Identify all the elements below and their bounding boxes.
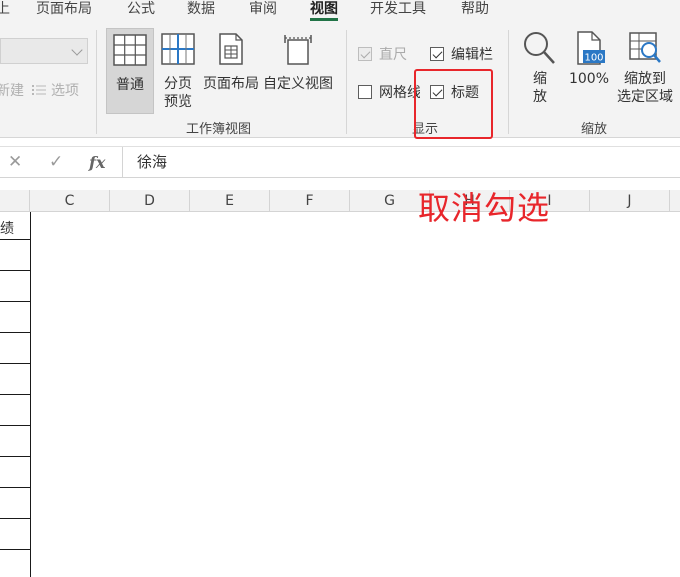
- page-layout-label: 页面布局: [203, 76, 259, 92]
- custom-views-icon: [284, 35, 312, 65]
- custom-views-button[interactable]: 自定义视图: [262, 28, 334, 114]
- tab-view[interactable]: 视图: [310, 0, 338, 22]
- zoom-100-icon-text: 100: [584, 53, 603, 64]
- formula-bar-label: 编辑栏: [451, 47, 493, 63]
- cell-border: [0, 270, 30, 271]
- cell-border: [0, 363, 30, 364]
- ribbon-tab-bar: 上 页面布局 公式 数据 审阅 视图 开发工具 帮助: [0, 0, 680, 22]
- zoom-to-selection-label-2: 选定区域: [617, 89, 673, 105]
- cell-b-text: 绩: [0, 221, 14, 237]
- cancel-icon[interactable]: ✕: [8, 152, 22, 172]
- cell-border: [0, 549, 30, 550]
- page-break-preview-label-1: 分页: [164, 76, 192, 92]
- tab-page-layout[interactable]: 页面布局: [36, 0, 92, 22]
- formula-bar-checkbox[interactable]: 编辑栏: [430, 44, 493, 64]
- annotation-text: 取消勾选: [418, 189, 551, 227]
- column-header[interactable]: F: [270, 190, 350, 212]
- insert-function-icon[interactable]: fx: [89, 153, 105, 172]
- page-break-preview-button[interactable]: 分页 预览: [158, 28, 198, 114]
- ruler-label: 直尺: [379, 47, 407, 63]
- zoom-100-label: 100%: [568, 71, 610, 87]
- group-divider: [346, 30, 347, 134]
- cell-border: [0, 487, 30, 488]
- gridlines-checkbox[interactable]: 网格线: [358, 82, 420, 102]
- new-sheet-view-button[interactable]: 新建: [0, 80, 24, 100]
- enter-icon[interactable]: ✓: [49, 152, 63, 172]
- tab-data[interactable]: 数据: [187, 0, 215, 22]
- headings-highlight-box: [414, 69, 493, 139]
- column-header[interactable]: J: [590, 190, 670, 212]
- tab-insert[interactable]: 上: [0, 0, 10, 22]
- column-header[interactable]: E: [190, 190, 270, 212]
- zoom-100-button[interactable]: 100 100%: [566, 30, 612, 114]
- page-break-preview-label-2: 预览: [164, 94, 192, 110]
- workbook-views-group-label: 工作簿视图: [186, 122, 252, 137]
- zoom-label-2: 放: [533, 89, 547, 105]
- cell-border: [0, 456, 30, 457]
- checkbox-box: [358, 85, 372, 99]
- checkbox-box: [430, 47, 444, 61]
- sheet-view-options-label: 选项: [51, 83, 79, 99]
- column-header[interactable]: D: [110, 190, 190, 212]
- cell-border: [30, 212, 31, 577]
- cell-border: [0, 239, 30, 240]
- cell-border: [0, 301, 30, 302]
- zoom-to-selection-button[interactable]: 缩放到 选定区域: [612, 30, 678, 114]
- sheet-view-dropdown[interactable]: [0, 38, 88, 64]
- normal-view-icon: [113, 34, 147, 66]
- normal-view-button[interactable]: 普通: [106, 28, 154, 114]
- zoom-100-icon: 100: [577, 31, 605, 65]
- sheet-view-options-button[interactable]: 选项: [32, 80, 79, 100]
- page-layout-view-button[interactable]: 页面布局: [202, 28, 260, 114]
- cell-border: [0, 518, 30, 519]
- normal-view-label: 普通: [116, 77, 144, 93]
- zoom-to-selection-label-1: 缩放到: [624, 71, 666, 87]
- checkbox-box: [358, 47, 372, 61]
- group-divider: [508, 30, 509, 134]
- zoom-to-selection-icon: [629, 32, 661, 63]
- formula-input[interactable]: 徐海: [122, 147, 680, 178]
- cell-border: [0, 332, 30, 333]
- tab-developer[interactable]: 开发工具: [370, 0, 426, 22]
- column-header-b[interactable]: [0, 190, 30, 212]
- group-divider: [96, 30, 97, 134]
- tab-review[interactable]: 审阅: [249, 0, 277, 22]
- ribbon: 新建 选项 普通 分页 预览 页面布局 自定义视图 工作簿视图 直尺 编辑栏 网…: [0, 22, 680, 139]
- cell-border: [0, 425, 30, 426]
- list-icon: [32, 85, 46, 95]
- zoom-label-1: 缩: [533, 71, 547, 87]
- magnifier-icon: [524, 32, 555, 64]
- zoom-group-label: 缩放: [581, 122, 608, 137]
- ruler-checkbox[interactable]: 直尺: [358, 44, 407, 64]
- custom-views-label: 自定义视图: [263, 76, 333, 92]
- page-break-preview-icon: [161, 33, 195, 65]
- chevron-down-icon: [71, 44, 83, 56]
- tab-help[interactable]: 帮助: [461, 0, 489, 22]
- worksheet-cells[interactable]: 绩: [0, 212, 680, 577]
- column-headers: C D E F G H I J: [0, 190, 680, 212]
- cell-border: [0, 394, 30, 395]
- column-header[interactable]: C: [30, 190, 110, 212]
- zoom-button[interactable]: 缩 放: [518, 30, 562, 114]
- formula-bar: ✕ ✓ fx 徐海: [0, 146, 680, 178]
- page-layout-icon: [219, 33, 243, 65]
- tab-formulas[interactable]: 公式: [127, 0, 155, 22]
